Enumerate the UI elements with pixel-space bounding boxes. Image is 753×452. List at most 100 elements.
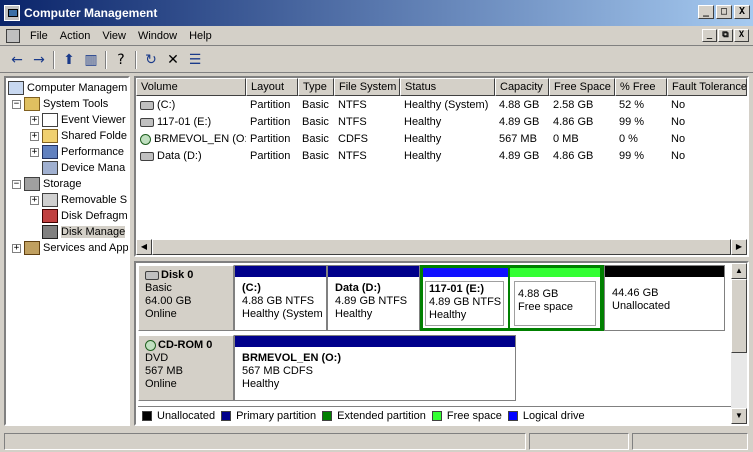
show-hide-tree-icon[interactable]: ▥	[80, 50, 102, 70]
console-tree[interactable]: Computer Managem − System Tools + Event …	[4, 76, 130, 426]
back-arrow-icon[interactable]: ←	[6, 50, 28, 70]
tree-item-disk-management[interactable]: Disk Manage	[42, 224, 126, 240]
volume-row[interactable]: Data (D:) Partition Basic NTFS Healthy 4.89 G…	[136, 148, 747, 165]
scroll-right-icon[interactable]: ▶	[731, 239, 747, 255]
unallocated-status: Unallocated	[612, 300, 671, 312]
mdi-minimize-button[interactable]: _	[702, 29, 717, 42]
mdi-child-icon[interactable]	[6, 28, 20, 43]
volume-row[interactable]: 117-01 (E:) Partition Basic NTFS Healthy 4.89…	[136, 114, 747, 131]
column-file-system[interactable]: File System	[334, 78, 400, 96]
unallocated-region[interactable]: 44.46 GB Unallocated	[604, 265, 725, 331]
delete-icon[interactable]: ✕	[162, 50, 184, 70]
help-icon[interactable]: ?	[110, 50, 132, 70]
legend-free-space: Free space	[431, 410, 502, 422]
title-bar[interactable]: Computer Management _ □ X	[0, 0, 753, 26]
close-button[interactable]: X	[734, 5, 750, 19]
vertical-scrollbar[interactable]: ▲ ▼	[731, 263, 747, 424]
tree-item-services-and-applications[interactable]: + Services and App	[12, 240, 128, 256]
volume-row[interactable]: BRMEVOL_EN (O:) Partition Basic CDFS Healthy…	[136, 131, 747, 148]
partition-o[interactable]: BRMEVOL_EN (O:) 567 MB CDFS Healthy	[234, 335, 516, 401]
expand-icon[interactable]: +	[30, 195, 39, 205]
shared-folder-icon	[42, 129, 58, 143]
disk-name: Disk 0	[161, 269, 194, 281]
menu-file[interactable]: File	[24, 30, 54, 42]
mdi-close-button[interactable]: X	[734, 29, 749, 42]
tree-item-shared-folders[interactable]: + Shared Folde	[30, 128, 127, 144]
tree-item-performance[interactable]: + Performance	[30, 144, 124, 160]
tree-item-storage[interactable]: − Storage	[12, 176, 82, 192]
disk-0-info[interactable]: Disk 0 Basic 64.00 GB Online	[138, 265, 234, 331]
properties-icon[interactable]: ☰	[184, 50, 206, 70]
disk-type: Basic	[145, 282, 172, 294]
scroll-thumb[interactable]	[152, 239, 731, 255]
maximize-button[interactable]: □	[716, 5, 732, 19]
tree-item-disk-defragmenter[interactable]: Disk Defragm	[42, 208, 128, 224]
services-icon	[24, 241, 40, 255]
column-fault-tolerance[interactable]: Fault Tolerance	[667, 78, 747, 96]
cell-percent-free: 99 %	[619, 116, 645, 128]
collapse-icon[interactable]: −	[12, 179, 21, 189]
expand-icon[interactable]: +	[12, 243, 21, 253]
disk-state: Online	[145, 378, 177, 390]
menu-window[interactable]: Window	[132, 30, 183, 42]
scroll-down-icon[interactable]: ▼	[731, 408, 747, 424]
disk-name: CD-ROM 0	[158, 339, 213, 351]
refresh-icon[interactable]: ↻	[140, 50, 162, 70]
tree-item-system-tools[interactable]: − System Tools	[12, 96, 108, 112]
column-layout[interactable]: Layout	[246, 78, 298, 96]
legend-swatch	[431, 410, 442, 421]
column-free-space[interactable]: Free Space	[549, 78, 615, 96]
cell-volume: (C:)	[136, 97, 246, 114]
cell-status: Healthy	[404, 150, 442, 162]
forward-arrow-icon[interactable]: →	[28, 50, 50, 70]
cdrom-0-info[interactable]: CD-ROM 0 DVD 567 MB Online	[138, 335, 234, 401]
device-manager-icon	[42, 161, 58, 175]
horizontal-scrollbar[interactable]: ◀ ▶	[136, 239, 747, 255]
tree-item-removable-storage[interactable]: + Removable S	[30, 192, 127, 208]
mdi-restore-button[interactable]: ⧉	[718, 29, 733, 42]
partition-c[interactable]: (C:) 4.88 GB NTFS Healthy (System	[234, 265, 327, 331]
volume-list[interactable]: Volume Layout Type File System Status Ca…	[134, 76, 749, 257]
menu-help[interactable]: Help	[183, 30, 218, 42]
status-bar	[0, 430, 753, 452]
column-type[interactable]: Type	[298, 78, 334, 96]
tree-item-device-manager[interactable]: Device Mana	[42, 160, 125, 176]
cell-status: Healthy	[404, 116, 442, 128]
disk-row[interactable]: Disk 0 Basic 64.00 GB Online (C:) 4.88 G…	[138, 265, 725, 331]
computer-management-icon	[4, 5, 20, 21]
partition-d[interactable]: Data (D:) 4.89 GB NTFS Healthy	[327, 265, 420, 331]
removable-storage-icon	[42, 193, 58, 207]
minimize-button[interactable]: _	[698, 5, 714, 19]
collapse-icon[interactable]: −	[12, 99, 21, 109]
column-capacity[interactable]: Capacity	[495, 78, 549, 96]
expand-icon[interactable]: +	[30, 115, 39, 125]
menu-action[interactable]: Action	[54, 30, 97, 42]
primary-partition-band	[235, 336, 515, 347]
cell-layout: Partition	[250, 116, 291, 128]
scroll-up-icon[interactable]: ▲	[731, 263, 747, 279]
cell-layout: Partition	[250, 99, 291, 111]
column-volume[interactable]: Volume	[136, 78, 246, 96]
column-status[interactable]: Status	[400, 78, 495, 96]
cdrom-icon	[145, 340, 156, 351]
tree-item-computer-management[interactable]: Computer Managem	[8, 80, 127, 96]
disk-graphical-view[interactable]: Disk 0 Basic 64.00 GB Online (C:) 4.88 G…	[134, 261, 749, 426]
legend-swatch	[322, 410, 333, 421]
cell-file-system: NTFS	[338, 150, 367, 162]
disk-management-icon	[42, 225, 58, 239]
disk-row[interactable]: CD-ROM 0 DVD 567 MB Online BRMEVOL_EN (O…	[138, 335, 516, 401]
expand-icon[interactable]: +	[30, 147, 39, 157]
scroll-left-icon[interactable]: ◀	[136, 239, 152, 255]
scroll-thumb[interactable]	[731, 279, 747, 353]
up-folder-icon[interactable]: ⬆	[58, 50, 80, 70]
volume-row[interactable]: (C:) Partition Basic NTFS Healthy (System) 4.…	[136, 97, 747, 114]
column-percent-free[interactable]: % Free	[615, 78, 667, 96]
expand-icon[interactable]: +	[30, 131, 39, 141]
disk-type: DVD	[145, 352, 169, 364]
partition-status: Healthy	[242, 378, 280, 390]
legend-logical-drive: Logical drive	[507, 410, 585, 422]
extended-partition[interactable]: 117-01 (E:) 4.89 GB NTFS Healthy 4.88 GB…	[420, 265, 604, 331]
cell-volume: Data (D:)	[136, 148, 246, 165]
menu-view[interactable]: View	[96, 30, 132, 42]
tree-item-event-viewer[interactable]: + Event Viewer	[30, 112, 126, 128]
